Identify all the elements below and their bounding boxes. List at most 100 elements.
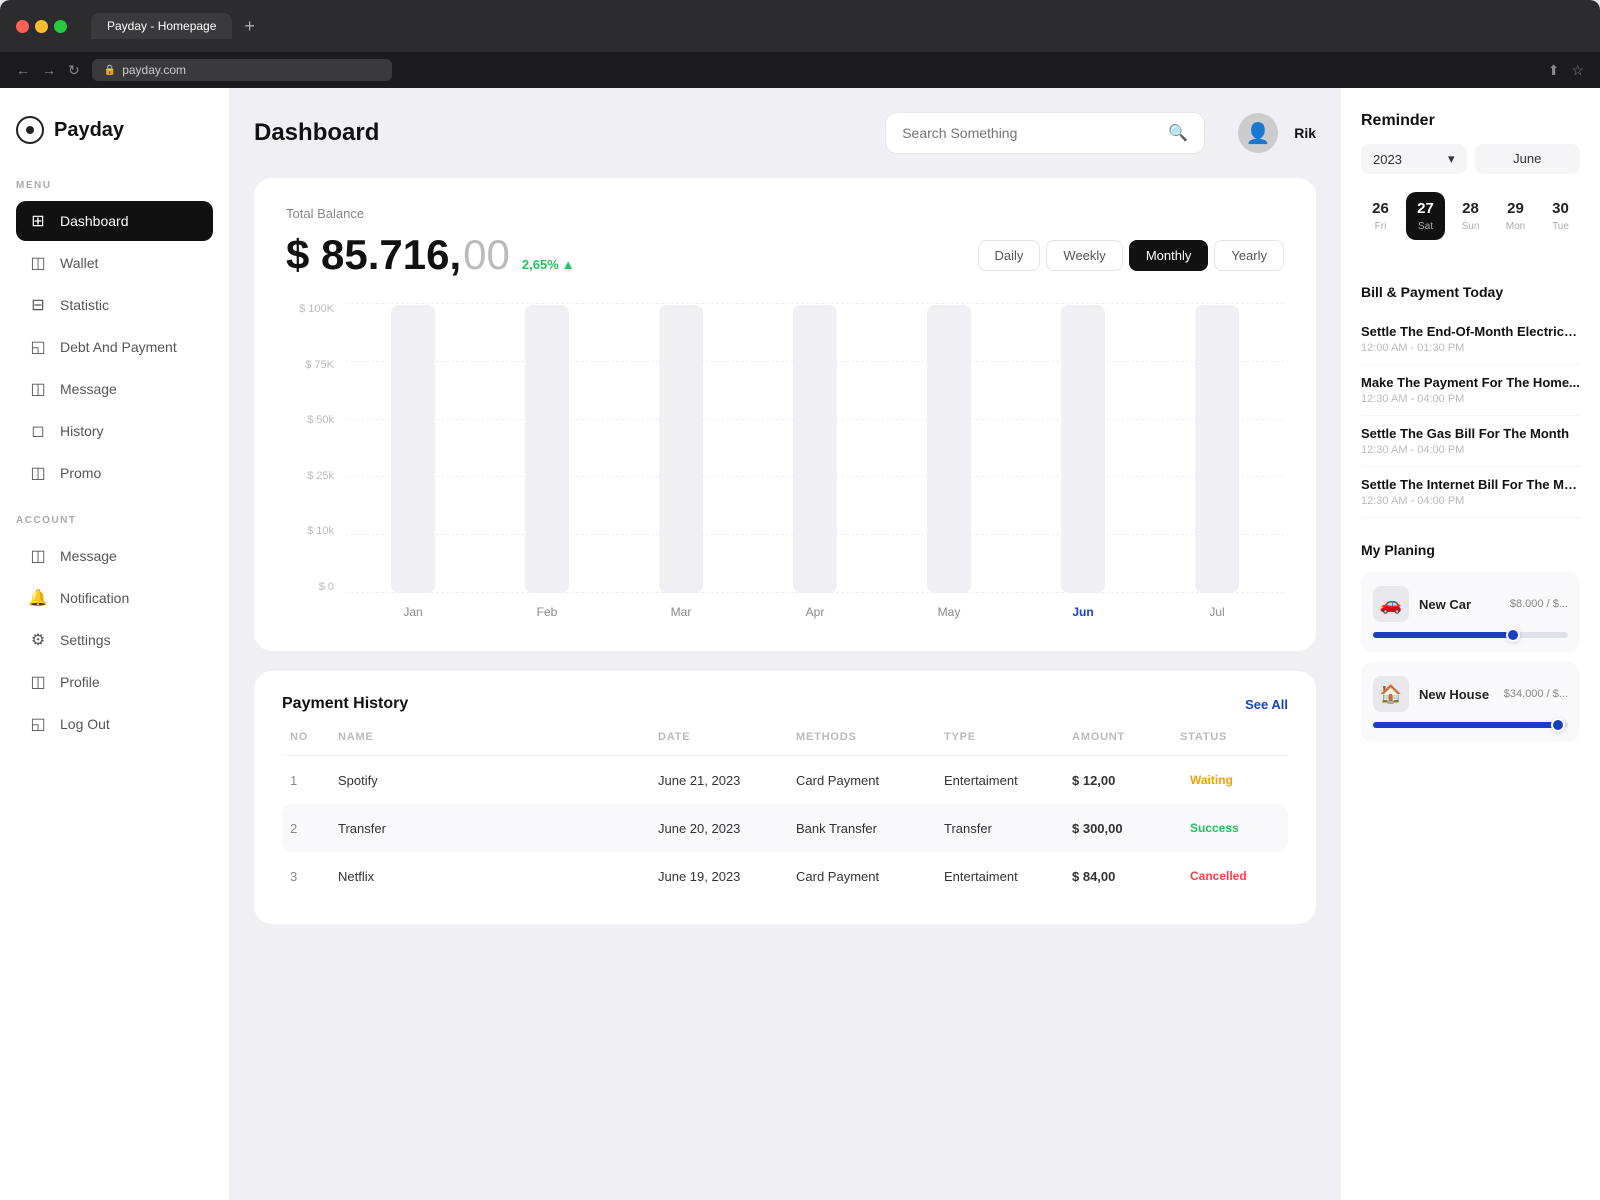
bar-label-feb: Feb <box>537 605 558 619</box>
back-button[interactable]: ← <box>16 62 30 78</box>
message-icon: ◫ <box>28 379 48 399</box>
plan-house-name: New House <box>1419 687 1494 702</box>
bar-may[interactable]: May <box>882 303 1016 623</box>
table-row: 2 Transfer June 20, 2023 Bank Transfer T… <box>282 804 1288 852</box>
bar-jul[interactable]: Jul <box>1150 303 1284 623</box>
payment-history-card: Payment History See All NO NAME DATE MET… <box>254 671 1316 924</box>
history-icon: ◻ <box>28 421 48 441</box>
sidebar-wallet-label: Wallet <box>60 255 98 271</box>
bar-jun[interactable]: Jun <box>1016 303 1150 623</box>
sidebar-item-debt[interactable]: ◱ Debt And Payment <box>16 327 213 367</box>
td-method-2: Bank Transfer <box>796 821 936 836</box>
reminder-selectors: 2023 ▾ June <box>1361 144 1580 174</box>
td-date-3: June 19, 2023 <box>658 869 788 884</box>
cal-day-30[interactable]: 30 Tue <box>1541 192 1580 240</box>
bar-feb[interactable]: Feb <box>480 303 614 623</box>
period-weekly[interactable]: Weekly <box>1046 240 1122 271</box>
th-methods: METHODS <box>796 731 936 743</box>
td-type-2: Transfer <box>944 821 1064 836</box>
sidebar-item-notification[interactable]: 🔔 Notification <box>16 578 213 618</box>
avatar[interactable]: 👤 <box>1238 113 1278 153</box>
maximize-button[interactable] <box>54 20 67 33</box>
see-all-link[interactable]: See All <box>1245 697 1288 712</box>
bar-jan[interactable]: Jan <box>346 303 480 623</box>
td-method-3: Card Payment <box>796 869 936 884</box>
right-panel: Reminder 2023 ▾ June 26 Fri 27 Sat 28 <box>1340 88 1600 1200</box>
y-label-100k: $ 100K <box>286 303 334 315</box>
forward-button[interactable]: → <box>42 62 56 78</box>
year-select[interactable]: 2023 ▾ <box>1361 144 1467 174</box>
plan-house-progress-bar[interactable] <box>1373 722 1568 728</box>
period-monthly[interactable]: Monthly <box>1129 240 1209 271</box>
period-daily[interactable]: Daily <box>978 240 1041 271</box>
bill-item-1[interactable]: Settle The End-Of-Month Electricity B...… <box>1361 314 1580 365</box>
td-no-2: 2 <box>290 821 330 836</box>
bookmark-icon[interactable]: ☆ <box>1571 62 1584 79</box>
sidebar-item-profile[interactable]: ◫ Profile <box>16 662 213 702</box>
browser-chrome: Payday - Homepage + <box>0 0 1600 52</box>
sidebar-item-statistic[interactable]: ⊟ Statistic <box>16 285 213 325</box>
search-input[interactable] <box>902 125 1158 141</box>
th-amount: AMOUNT <box>1072 731 1172 743</box>
bar-label-may: May <box>938 605 961 619</box>
balance-amount: $ 85.716, 00 2,65% ▲ <box>286 231 575 279</box>
new-tab-button[interactable]: + <box>244 16 255 37</box>
bill-item-4[interactable]: Settle The Internet Bill For The Month 1… <box>1361 467 1580 518</box>
account-label: ACCOUNT <box>16 515 213 526</box>
balance-label: Total Balance <box>286 206 1284 221</box>
minimize-button[interactable] <box>35 20 48 33</box>
bars-wrapper: Jan Feb <box>346 303 1284 623</box>
bill-time-3: 12:30 AM - 04:00 PM <box>1361 444 1580 456</box>
cal-day-26[interactable]: 26 Fri <box>1361 192 1400 240</box>
td-name-1: Spotify <box>338 773 650 788</box>
cal-day-28[interactable]: 28 Sun <box>1451 192 1490 240</box>
plan-car-progress-fill <box>1373 632 1513 638</box>
th-status: STATUS <box>1180 731 1280 743</box>
sidebar-item-message2[interactable]: ◫ Message <box>16 536 213 576</box>
url-box[interactable]: 🔒 payday.com <box>92 59 392 81</box>
y-label-0: $ 0 <box>286 581 334 593</box>
sidebar-item-promo[interactable]: ◫ Promo <box>16 453 213 493</box>
sidebar-item-message[interactable]: ◫ Message <box>16 369 213 409</box>
td-type-1: Entertaiment <box>944 773 1064 788</box>
th-name: NAME <box>338 731 650 743</box>
plan-house-header: 🏠 New House $34.000 / $... <box>1373 676 1568 712</box>
plan-car-progress-bar[interactable] <box>1373 632 1568 638</box>
sidebar-item-history[interactable]: ◻ History <box>16 411 213 451</box>
th-type: TYPE <box>944 731 1064 743</box>
plan-car-header: 🚗 New Car $8.000 / $... <box>1373 586 1568 622</box>
logout-icon: ◱ <box>28 714 48 734</box>
sidebar: Payday MENU ⊞ Dashboard ◫ Wallet ⊟ Stati… <box>0 88 230 1200</box>
bill-item-3[interactable]: Settle The Gas Bill For The Month 12:30 … <box>1361 416 1580 467</box>
bar-mar[interactable]: Mar <box>614 303 748 623</box>
td-status-2: Success <box>1180 818 1280 838</box>
month-label: June <box>1475 144 1581 174</box>
close-button[interactable] <box>16 20 29 33</box>
period-yearly[interactable]: Yearly <box>1214 240 1284 271</box>
plan-car-name: New Car <box>1419 597 1500 612</box>
sidebar-item-dashboard[interactable]: ⊞ Dashboard <box>16 201 213 241</box>
table-header: NO NAME DATE METHODS TYPE AMOUNT STATUS <box>282 731 1288 756</box>
bill-name-2: Make The Payment For The Home... <box>1361 375 1580 390</box>
sidebar-history-label: History <box>60 423 104 439</box>
sidebar-item-logout[interactable]: ◱ Log Out <box>16 704 213 744</box>
sidebar-settings-label: Settings <box>60 632 111 648</box>
bar-apr[interactable]: Apr <box>748 303 882 623</box>
search-icon: 🔍 <box>1168 123 1188 143</box>
refresh-button[interactable]: ↻ <box>68 62 80 79</box>
search-bar[interactable]: 🔍 <box>885 112 1205 154</box>
account-message-icon: ◫ <box>28 546 48 566</box>
sidebar-notification-label: Notification <box>60 590 129 606</box>
cal-day-27[interactable]: 27 Sat <box>1406 192 1445 240</box>
bar-label-mar: Mar <box>671 605 692 619</box>
cal-day-29[interactable]: 29 Mon <box>1496 192 1535 240</box>
wallet-icon: ◫ <box>28 253 48 273</box>
share-icon[interactable]: ⬆ <box>1548 62 1560 79</box>
active-tab[interactable]: Payday - Homepage <box>91 13 232 39</box>
notification-icon: 🔔 <box>28 588 48 608</box>
sidebar-item-settings[interactable]: ⚙ Settings <box>16 620 213 660</box>
sidebar-item-wallet[interactable]: ◫ Wallet <box>16 243 213 283</box>
traffic-lights <box>16 20 67 33</box>
page-title: Dashboard <box>254 119 379 147</box>
bill-item-2[interactable]: Make The Payment For The Home... 12:30 A… <box>1361 365 1580 416</box>
